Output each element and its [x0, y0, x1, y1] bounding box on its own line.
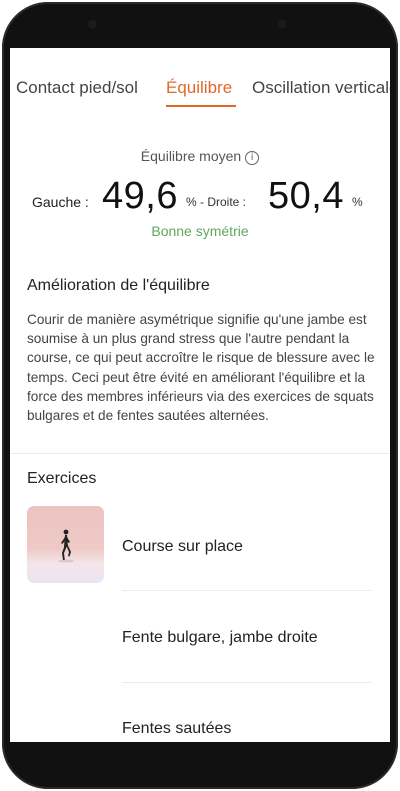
camera-icon: [88, 20, 97, 29]
screen: Contact pied/sol Équilibre Oscillation v…: [10, 48, 390, 742]
exercise-item[interactable]: Course sur place: [122, 538, 243, 556]
active-tab-indicator: [166, 105, 236, 107]
status-bar: [10, 0, 390, 48]
middle-label: % - Droite :: [186, 195, 247, 209]
right-value: 50,4: [268, 175, 344, 217]
info-icon[interactable]: i: [245, 151, 260, 165]
list-separator: [122, 682, 372, 683]
tab-contact[interactable]: Contact pied/sol: [16, 78, 138, 98]
balance-title-text: Équilibre moyen: [140, 148, 242, 164]
tab-oscillation[interactable]: Oscillation verticale: [252, 78, 390, 98]
improvement-title: Amélioration de l'équilibre: [27, 277, 210, 294]
list-separator: [122, 590, 372, 591]
section-divider: [10, 453, 390, 454]
exercise-item[interactable]: Fente bulgare, jambe droite: [122, 629, 318, 647]
sensor-icon: [278, 20, 286, 28]
left-label: Gauche :: [32, 194, 89, 210]
exercise-thumbnail[interactable]: [27, 506, 104, 583]
exercise-item[interactable]: Fentes sautées: [122, 720, 231, 738]
left-value: 49,6: [102, 175, 178, 217]
balance-title: Équilibre moyen i: [10, 148, 390, 165]
runner-figure-icon: [58, 529, 74, 563]
improvement-text: Courir de manière asymétrique signifie q…: [27, 312, 375, 424]
symmetry-status: Bonne symétrie: [151, 223, 249, 239]
right-unit: %: [352, 195, 363, 209]
balance-values: Gauche : 49,6 % - Droite : 50,4 %: [10, 170, 390, 220]
tab-equilibre[interactable]: Équilibre: [166, 78, 232, 98]
exercises-title: Exercices: [27, 470, 97, 487]
tab-bar: Contact pied/sol Équilibre Oscillation v…: [10, 48, 390, 110]
